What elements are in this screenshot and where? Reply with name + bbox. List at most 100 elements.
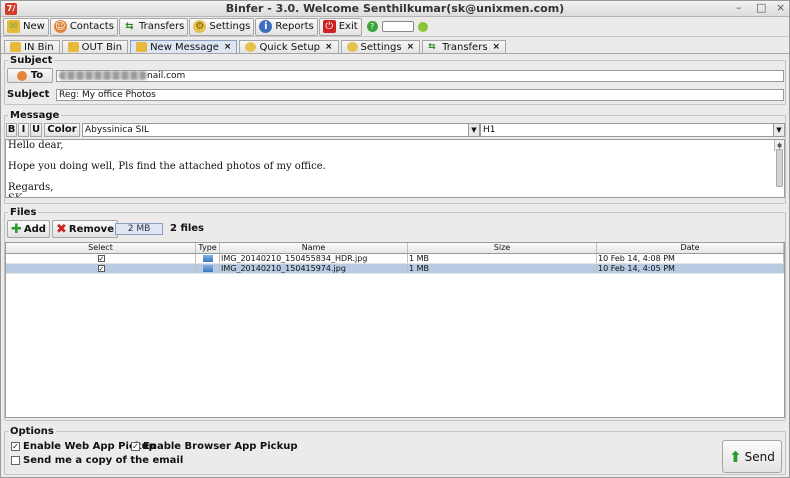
to-input[interactable]: nail.com [56,70,784,82]
tab-in-bin[interactable]: IN Bin [4,40,60,53]
message-legend: Message [10,110,60,121]
redacted-email [59,71,147,80]
type-cell [196,254,220,263]
browser-app-pickup-checkbox[interactable]: ✓ [131,442,140,451]
row-checkbox[interactable]: ✓ [97,255,105,263]
image-file-icon [203,265,213,272]
message-section: Message B I U Color Abyssinica SIL ▼ H1 … [4,110,786,204]
maximize-button[interactable]: □ [756,1,766,14]
tab-quick-setup[interactable]: Quick Setup × [239,40,339,53]
heading-select[interactable]: H1 ▼ [480,123,785,137]
exit-button-label: Exit [338,21,358,32]
minimize-button[interactable]: – [736,1,742,14]
reports-button-label: Reports [275,21,314,32]
image-file-icon [203,255,213,262]
size-cell: 1 MB [408,264,597,273]
underline-button[interactable]: U [30,123,42,137]
tab-close-icon[interactable]: × [493,42,501,52]
files-legend: Files [10,207,37,218]
remove-file-button[interactable]: ✖ Remove [52,220,118,238]
column-header-name[interactable]: Name [220,243,408,253]
table-row[interactable]: ✓ IMG_20140210_150455834_HDR.jpg 1 MB 10… [6,254,784,264]
contacts-button[interactable]: ☺ Contacts [49,17,118,36]
message-line: Hello dear, [8,140,64,151]
chevron-down-icon: ▼ [773,124,784,136]
send-button-label: Send [744,449,775,464]
column-header-size[interactable]: Size [408,243,597,253]
exit-button[interactable]: ⏻ Exit [318,17,362,36]
tab-settings[interactable]: Settings × [340,40,421,53]
web-app-pickup-checkbox[interactable]: ✓ [11,442,20,451]
name-cell: IMG_20140210_150455834_HDR.jpg [220,254,408,263]
name-cell: IMG_20140210_150415974.jpg [220,264,408,273]
bold-button[interactable]: B [6,123,17,137]
plus-icon: ✚ [11,221,22,237]
settings-gear-icon [346,42,358,52]
column-header-date[interactable]: Date [597,243,784,253]
column-header-type[interactable]: Type [196,243,220,253]
tab-close-icon[interactable]: × [407,42,415,52]
heading-select-value: H1 [483,125,496,135]
message-icon [136,42,148,52]
tab-close-icon[interactable]: × [224,42,232,52]
transfers-icon: ⇆ [125,21,134,32]
reports-button[interactable]: i Reports [255,17,318,36]
send-copy-checkbox[interactable] [11,456,20,465]
window-title: Binfer - 3.0. Welcome Senthilkumar(sk@un… [225,2,565,15]
add-button-label: Add [23,223,46,235]
tab-label: Settings [360,41,402,53]
date-cell: 10 Feb 14, 4:05 PM [597,264,784,273]
add-file-button[interactable]: ✚ Add [7,220,50,238]
tab-transfers[interactable]: ⇆ Transfers × [422,40,507,53]
main-toolbar: ✉ New ☺ Contacts ⇆ Transfers ⚙ Settings … [1,17,789,37]
remove-button-label: Remove [68,223,114,235]
send-button[interactable]: ⬆ Send [722,440,782,473]
settings-button-label: Settings [209,21,251,32]
tab-out-bin[interactable]: OUT Bin [61,40,129,53]
italic-button[interactable]: I [18,123,29,137]
browser-app-pickup-option[interactable]: ✓ Enable Browser App Pickup [131,441,298,452]
select-cell: ✓ [6,254,196,263]
scroll-down-icon[interactable]: ▼ [775,142,784,151]
subject-section: Subject To nail.com Subject Reg: My offi… [4,55,786,105]
row-checkbox[interactable]: ✓ [97,265,105,273]
tab-close-icon[interactable]: × [325,42,333,52]
transfers-button[interactable]: ⇆ Transfers [118,17,189,36]
tab-new-message[interactable]: New Message × [130,40,238,53]
app-window: 7/ Binfer - 3.0. Welcome Senthilkumar(sk… [0,0,790,478]
color-button[interactable]: Color [44,123,80,137]
subject-legend: Subject [10,55,53,66]
message-scrollbar[interactable]: ▲ ▼ [774,140,784,187]
column-header-select[interactable]: Select [6,243,196,253]
message-line [8,173,782,184]
settings-gear-icon: ⚙ [193,20,207,33]
new-message-icon: ✉ [7,20,20,33]
scrollbar-thumb[interactable] [776,149,783,187]
date-cell: 10 Feb 14, 4:08 PM [597,254,784,263]
type-cell [196,264,220,273]
files-section: Files ✚ Add ✖ Remove 2 MB 2 files Select… [4,207,786,421]
table-row[interactable]: ✓ IMG_20140210_150415974.jpg 1 MB 10 Feb… [6,264,784,274]
to-button[interactable]: To [7,68,53,83]
transfers-icon: ⇆ [428,42,436,52]
options-legend: Options [10,426,54,437]
remove-x-icon: ✖ [56,221,67,237]
tab-label: OUT Bin [81,41,123,53]
settings-button[interactable]: ⚙ Settings [189,17,255,36]
reports-info-icon: i [259,20,273,33]
send-copy-label: Send me a copy of the email [23,455,184,466]
new-button[interactable]: ✉ New [3,17,49,36]
online-status-icon [417,21,428,32]
font-select-value: Abyssinica SIL [85,125,149,135]
contact-person-icon [16,70,27,81]
subject-input[interactable]: Reg: My office Photos [56,89,784,101]
to-input-value: nail.com [147,71,186,81]
outbox-icon [67,42,79,52]
connection-status-icon: ? [366,21,378,32]
close-button[interactable]: × [776,1,785,14]
send-copy-option[interactable]: Send me a copy of the email [11,455,183,466]
font-select[interactable]: Abyssinica SIL ▼ [82,123,480,137]
message-body-editor[interactable]: Hello dear, Hope you doing well, Pls fin… [5,139,785,198]
transfers-button-label: Transfers [138,21,185,32]
table-header: Select Type Name Size Date [6,243,784,254]
